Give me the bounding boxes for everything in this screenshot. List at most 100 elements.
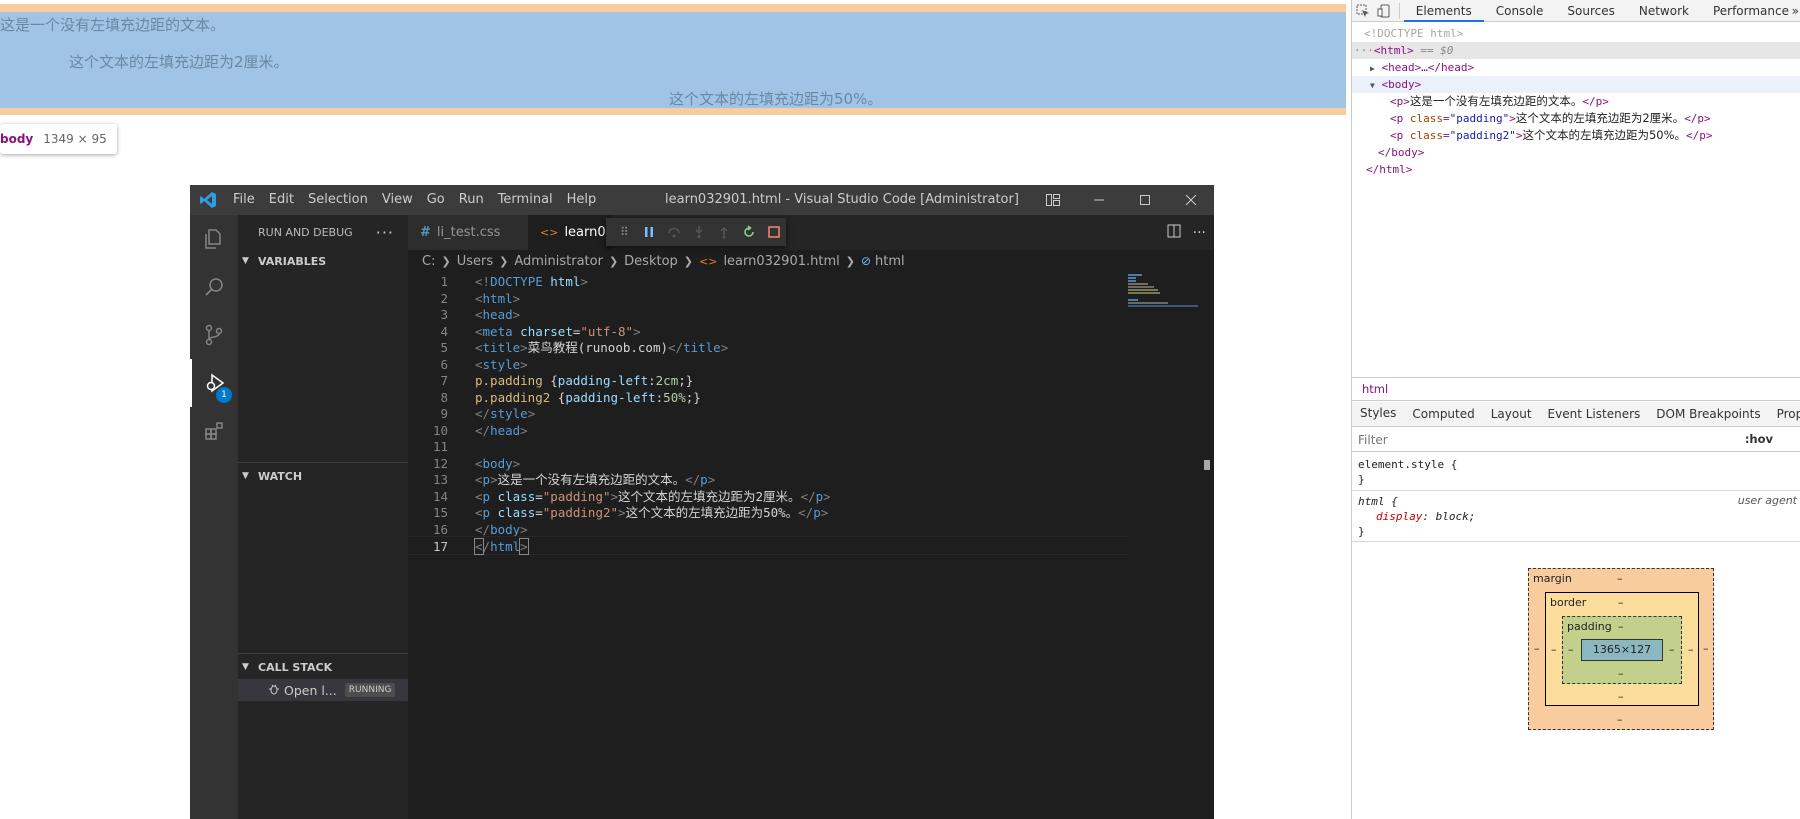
margin-label: margin (1533, 572, 1572, 585)
breadcrumb-item[interactable]: learn032901.html (723, 254, 839, 269)
source-control-icon[interactable] (190, 311, 238, 359)
menu-help[interactable]: Help (560, 185, 604, 215)
search-icon[interactable] (190, 263, 238, 311)
more-actions-icon[interactable]: ··· (1193, 225, 1206, 241)
pause-icon[interactable] (637, 220, 662, 244)
minimize-icon[interactable] (1076, 185, 1122, 215)
close-icon[interactable] (1168, 185, 1214, 215)
tab-network[interactable]: Network (1627, 0, 1701, 22)
menu-bar: File Edit Selection View Go Run Terminal… (226, 185, 603, 215)
tab-learn032901[interactable]: <> learn0329 (528, 215, 613, 250)
tab-performance[interactable]: Performance (1701, 0, 1800, 22)
subtab-styles[interactable]: Styles (1352, 402, 1405, 426)
sidebar-title: RUN AND DEBUG (258, 226, 353, 239)
subtab-properties[interactable]: Properties (1769, 402, 1800, 426)
maximize-icon[interactable] (1122, 185, 1168, 215)
hov-toggle[interactable]: :hov (1745, 432, 1773, 446)
html-file-icon: <> (540, 226, 559, 239)
element-style-rule[interactable]: element.style { } (1352, 455, 1800, 491)
css-property: padding-left (565, 389, 656, 405)
device-toolbar-icon[interactable] (1373, 0, 1394, 22)
more-actions-icon[interactable]: ··· (376, 223, 394, 242)
call-stack-section[interactable]: ▼ CALL STACK (238, 656, 408, 678)
rendered-page: 这是一个没有左填充边距的文本。 这个文本的左填充边距为2厘米。 这个文本的左填充… (0, 0, 1351, 819)
chevron-right-icon: ❯ (683, 254, 693, 268)
step-out-icon[interactable] (711, 220, 736, 244)
breadcrumb-item[interactable]: C: (422, 254, 435, 269)
paragraph-padding-2cm: 这个文本的左填充边距为2厘米。 (69, 53, 289, 71)
box-model-margin[interactable]: margin – – – – border – – – – padding – … (1528, 568, 1714, 730)
watch-section[interactable]: ▼ WATCH (238, 465, 408, 487)
dom-node-p1[interactable]: <p>这是一个没有左填充边距的文本。</p> (1352, 93, 1800, 110)
box-model-padding[interactable]: padding – – – – 1365×127 (1562, 616, 1682, 684)
dom-node-p3[interactable]: <p class="padding2">这个文本的左填充边距为50%。</p> (1352, 127, 1800, 144)
menu-edit[interactable]: Edit (262, 185, 301, 215)
crumb-html[interactable]: html (1358, 380, 1392, 398)
tab-console[interactable]: Console (1484, 0, 1556, 22)
call-stack-item[interactable]: Open l... RUNNING (238, 679, 408, 701)
box-model-content[interactable]: 1365×127 (1581, 639, 1663, 661)
menu-file[interactable]: File (226, 185, 262, 215)
editor-area: # li_test.css <> learn0329 ⠿ (408, 215, 1214, 819)
padding-label: padding (1567, 620, 1612, 633)
chevron-right-icon: ❯ (441, 254, 451, 268)
restart-icon[interactable] (736, 220, 761, 244)
section-divider (238, 653, 408, 654)
charset-value: "utf-8" (580, 323, 634, 339)
class-value: "padding2" (542, 505, 619, 520)
dom-node-p2[interactable]: <p class="padding">这个文本的左填充边距为2厘米。</p> (1352, 110, 1800, 127)
step-into-icon[interactable] (687, 220, 712, 244)
rule-property: display (1376, 510, 1423, 523)
title-text: 菜鸟教程(runoob.com) (527, 340, 669, 355)
dom-node-body[interactable]: ▼ <body> (1352, 76, 1800, 93)
menu-go[interactable]: Go (420, 185, 452, 215)
breadcrumb-item[interactable]: Administrator (514, 254, 603, 269)
tab-li-test-css[interactable]: # li_test.css (408, 215, 528, 250)
breadcrumb-item[interactable]: Users (457, 254, 493, 269)
subtab-event-listeners[interactable]: Event Listeners (1540, 402, 1649, 426)
html-rule[interactable]: html { display: block; } user agent (1352, 492, 1800, 542)
explorer-icon[interactable] (190, 215, 238, 263)
code-line-current: 17 </html> (408, 536, 1128, 555)
code-editor[interactable]: 1 <!DOCTYPE html> 2 <html> 3 <head> 4 <meta … (408, 272, 1128, 819)
dom-node-doctype[interactable]: <!DOCTYPE html> (1352, 25, 1800, 42)
menu-terminal[interactable]: Terminal (491, 185, 560, 215)
menu-run[interactable]: Run (452, 185, 491, 215)
breadcrumb-item[interactable]: html (875, 254, 905, 269)
box-model-border[interactable]: border – – – – padding – – – – 1365×127 (1545, 592, 1699, 706)
more-tabs-icon[interactable]: » (1792, 0, 1799, 22)
subtab-dom-breakpoints[interactable]: DOM Breakpoints (1648, 402, 1768, 426)
scrollbar-marker[interactable] (1204, 460, 1210, 470)
run-debug-icon[interactable]: 1 (190, 359, 238, 407)
variables-section[interactable]: ▼ VARIABLES (238, 250, 408, 272)
tab-sources[interactable]: Sources (1555, 0, 1626, 22)
dom-node-head[interactable]: ▶ <head>…</head> (1352, 59, 1800, 76)
tab-elements[interactable]: Elements (1403, 0, 1484, 22)
border-label: border (1550, 596, 1587, 609)
menu-selection[interactable]: Selection (301, 185, 375, 215)
inspect-icon[interactable] (1352, 0, 1373, 22)
line-number: 17 (432, 539, 448, 554)
minimap[interactable] (1124, 272, 1204, 312)
bug-icon (268, 683, 280, 698)
stop-icon[interactable] (761, 220, 786, 244)
debug-toolbar: ⠿ (606, 218, 786, 246)
layout-icon[interactable] (1030, 185, 1076, 215)
drag-handle-icon[interactable]: ⠿ (612, 220, 637, 244)
styles-filter-input[interactable]: Filter :hov (1352, 428, 1800, 452)
running-badge: RUNNING (344, 683, 396, 697)
subtab-computed[interactable]: Computed (1404, 402, 1482, 426)
title-bar: File Edit Selection View Go Run Terminal… (190, 185, 1214, 215)
css-property: padding-left (557, 373, 649, 388)
css-selector: p.padding (475, 373, 543, 388)
dom-node-body-close: </body> (1378, 146, 1425, 159)
subtab-layout[interactable]: Layout (1483, 402, 1540, 426)
dom-node-html[interactable]: ···<html> == $0 (1352, 42, 1800, 59)
menu-view[interactable]: View (375, 185, 420, 215)
split-editor-icon[interactable] (1167, 224, 1181, 242)
activity-bar: 1 (190, 215, 238, 819)
extensions-icon[interactable] (190, 407, 238, 455)
step-over-icon[interactable] (662, 220, 687, 244)
css-selector: p.padding2 (475, 389, 551, 405)
breadcrumb-item[interactable]: Desktop (624, 254, 678, 269)
